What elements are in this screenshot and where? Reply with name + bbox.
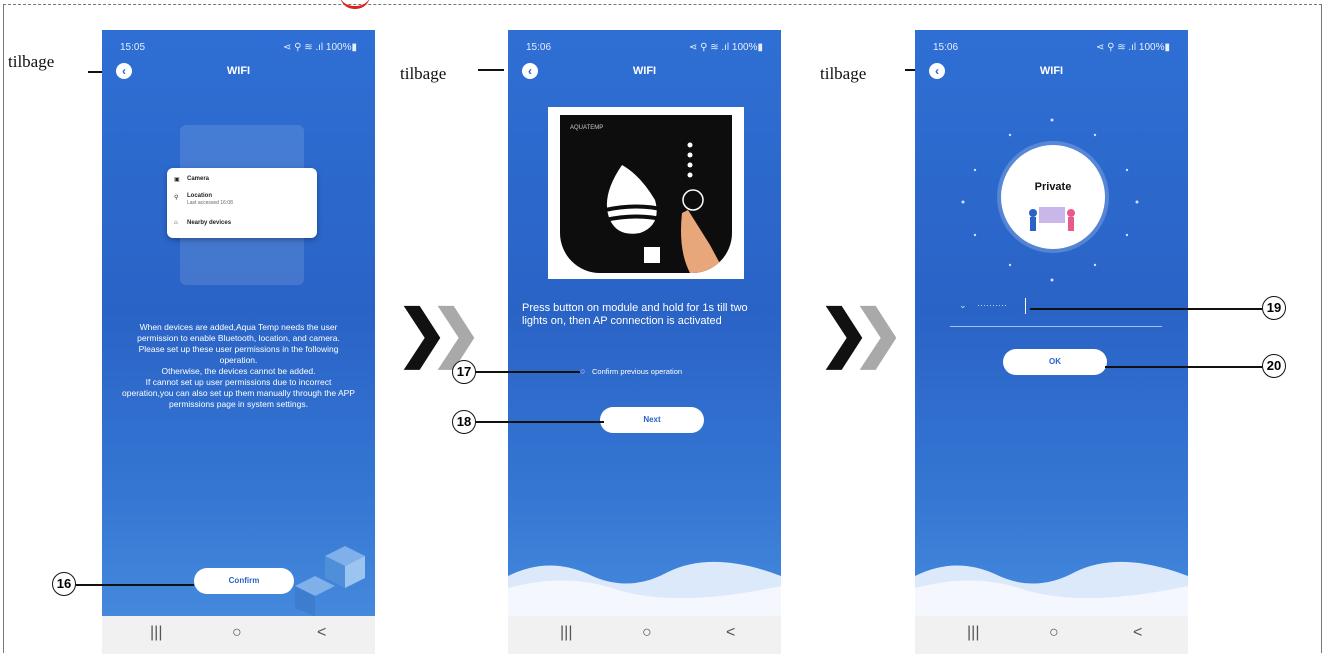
password-input[interactable]: ·········· — [977, 300, 1007, 310]
screen-title: WIFI — [226, 65, 251, 77]
home-icon[interactable]: ○ — [1049, 624, 1059, 642]
nearby-devices-icon: ⌂ — [174, 220, 178, 226]
nav-back-icon[interactable]: < — [317, 624, 326, 642]
back-label-3: tilbage — [820, 64, 867, 83]
confirm-previous-label[interactable]: Confirm previous operation — [592, 367, 682, 376]
callout-20-line — [1105, 366, 1262, 368]
status-bar: 15:06 ⋖ ⚲ ≋ .ıl 100%▮ — [933, 42, 1170, 56]
location-icon: ⚲ — [174, 195, 179, 201]
callout-19: 19 — [1262, 296, 1286, 320]
nav-back-icon[interactable]: < — [726, 624, 735, 642]
status-bar: 15:05 ⋖ ⚲ ≋ .ıl 100%▮ — [120, 42, 357, 56]
phone-screen-network: 15:06 ⋖ ⚲ ≋ .ıl 100%▮ ‹ WIFI Private ⌄ ·… — [915, 30, 1188, 654]
nav-back-icon[interactable]: < — [1133, 624, 1142, 642]
home-icon[interactable]: ○ — [232, 624, 242, 642]
home-icon[interactable]: ○ — [642, 624, 652, 642]
chevron-down-icon[interactable]: ⌄ — [959, 300, 967, 311]
system-nav-bar: ||| ○ < — [508, 616, 781, 654]
phone-screen-permissions: 15:05 ⋖ ⚲ ≋ .ıl 100%▮ ‹ WIFI ▣ Camera ⚲ … — [102, 30, 375, 654]
permission-item-camera: Camera — [187, 176, 210, 182]
back-pointer-2 — [478, 69, 504, 71]
text-cursor — [1025, 298, 1026, 314]
status-time: 15:06 — [526, 42, 552, 53]
callout-17-line — [476, 371, 580, 373]
waves-decoration — [915, 546, 1188, 616]
recent-apps-icon[interactable]: ||| — [967, 624, 979, 642]
callout-18: 18 — [452, 410, 476, 434]
back-label-1: tilbage — [8, 52, 55, 71]
callout-16-line — [76, 584, 194, 586]
callout-16: 16 — [52, 572, 76, 596]
input-underline — [950, 326, 1162, 327]
status-icons: ⋖ ⚲ ≋ .ıl 100%▮ — [282, 42, 357, 53]
cubes-decoration — [285, 526, 375, 616]
screen-title: WIFI — [632, 65, 657, 77]
camera-icon: ▣ — [174, 177, 180, 183]
callout-17: 17 — [452, 360, 476, 384]
instruction-text: Press button on module and hold for 1s t… — [522, 302, 748, 327]
chevron-right-icon: ❯❯ — [818, 299, 904, 368]
back-label-2: tilbage — [400, 64, 447, 83]
chevron-right-icon: ❯❯ — [396, 299, 482, 368]
callout-19-line — [1030, 308, 1262, 310]
status-time: 15:06 — [933, 42, 959, 53]
permission-item-nearby: Nearby devices — [187, 220, 232, 226]
network-badge: Private — [1001, 145, 1105, 249]
next-button[interactable]: Next — [600, 407, 704, 433]
module-photo: AQUATEMP — [560, 115, 732, 273]
ok-button[interactable]: OK — [1003, 349, 1107, 375]
people-illustration — [1029, 207, 1075, 231]
callout-20: 20 — [1262, 354, 1286, 378]
permission-explanation: When devices are added,Aqua Temp needs t… — [122, 322, 355, 409]
status-icons: ⋖ ⚲ ≋ .ıl 100%▮ — [1095, 42, 1170, 53]
permission-item-location: Location — [187, 193, 212, 199]
checkbox-radio[interactable]: ○ — [580, 366, 585, 376]
recent-apps-icon[interactable]: ||| — [150, 624, 162, 642]
recent-apps-icon[interactable]: ||| — [560, 624, 572, 642]
status-bar: 15:06 ⋖ ⚲ ≋ .ıl 100%▮ — [526, 42, 763, 56]
callout-18-line — [476, 421, 604, 423]
system-nav-bar: ||| ○ < — [102, 616, 375, 654]
permission-list-card: ▣ Camera ⚲ Location Last accessed 16:08 … — [167, 168, 317, 238]
screen-title: WIFI — [1039, 65, 1064, 77]
permission-item-location-detail: Last accessed 16:08 — [187, 200, 233, 206]
water-drop-icon — [604, 142, 725, 273]
status-icons: ⋖ ⚲ ≋ .ıl 100%▮ — [688, 42, 763, 53]
status-time: 15:05 — [120, 42, 146, 53]
system-nav-bar: ||| ○ < — [915, 616, 1188, 654]
confirm-button[interactable]: Confirm — [194, 568, 294, 594]
module-photo-frame: AQUATEMP — [548, 107, 744, 279]
phone-screen-module: 15:06 ⋖ ⚲ ≋ .ıl 100%▮ ‹ WIFI AQUATEMP Pr… — [508, 30, 781, 654]
waves-decoration — [508, 546, 781, 616]
